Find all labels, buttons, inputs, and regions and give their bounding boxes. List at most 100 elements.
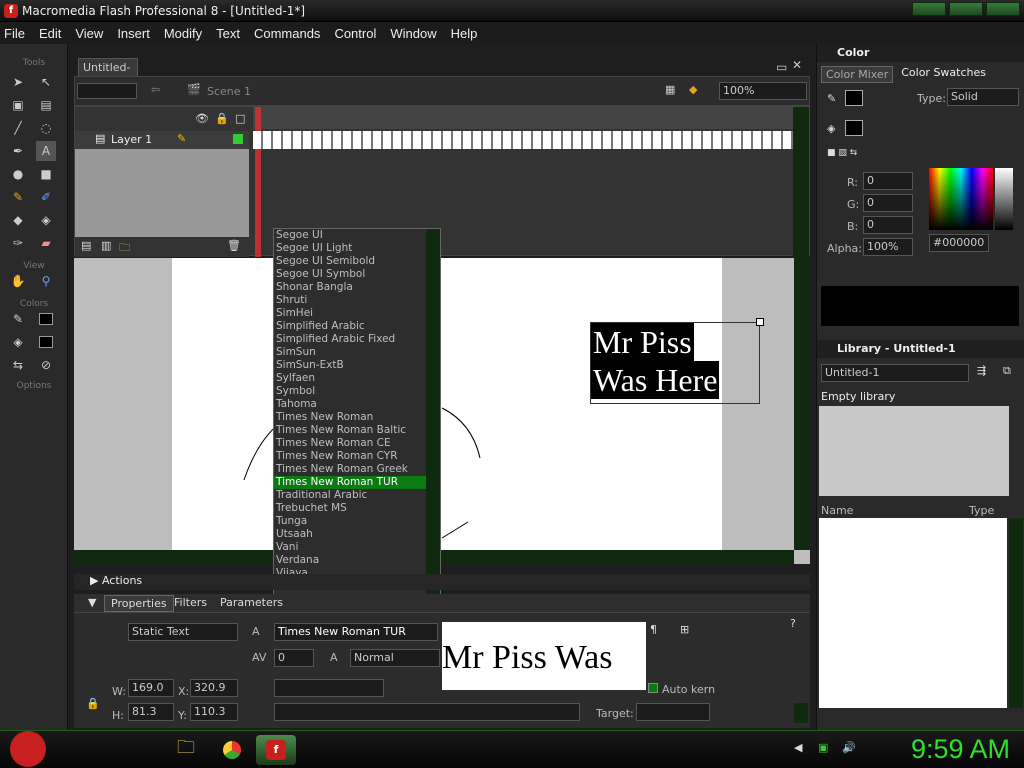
lock-icon[interactable]: 🔒: [215, 112, 229, 125]
paint-bucket-icon[interactable]: ◈: [36, 210, 56, 230]
font-option[interactable]: Simplified Arabic Fixed: [274, 333, 440, 346]
font-option[interactable]: Segoe UI Symbol: [274, 268, 440, 281]
back-arrow-icon[interactable]: ⇦: [151, 83, 160, 96]
start-button-bird-icon[interactable]: [10, 731, 46, 767]
tray-arrow-icon[interactable]: ◀: [794, 741, 802, 754]
font-option[interactable]: Shruti: [274, 294, 440, 307]
paragraph-icon[interactable]: ¶: [650, 623, 657, 636]
font-option[interactable]: SimSun-ExtB: [274, 359, 440, 372]
add-folder-icon[interactable]: 🗀: [119, 239, 130, 258]
help-icon[interactable]: ?: [790, 617, 796, 630]
edit-scene-icon[interactable]: ▦: [665, 83, 675, 96]
doc-close-icon[interactable]: ✕: [792, 58, 802, 72]
lock-icon[interactable]: 🔒: [86, 697, 100, 710]
playhead[interactable]: [255, 107, 261, 257]
h-input[interactable]: 81.3: [128, 703, 174, 721]
pin-library-icon[interactable]: ⇶: [977, 364, 986, 377]
font-option[interactable]: SimSun: [274, 346, 440, 359]
target-select[interactable]: [636, 703, 710, 721]
menu-view[interactable]: View: [75, 26, 103, 41]
color-spectrum[interactable]: [929, 168, 993, 230]
stage-area[interactable]: Mr Piss Was Here: [74, 258, 810, 564]
flash-taskbar-icon[interactable]: f: [256, 735, 296, 765]
tab-filters[interactable]: Filters: [174, 596, 207, 609]
gradient-transform-icon[interactable]: ▤: [36, 95, 56, 115]
font-option[interactable]: Times New Roman Greek: [274, 463, 440, 476]
layer-row[interactable]: ▤ Layer 1 ✎: [75, 131, 249, 149]
font-option[interactable]: Times New Roman TUR: [274, 476, 440, 489]
red-input[interactable]: 0: [863, 172, 913, 190]
frame-row[interactable]: [253, 131, 793, 149]
minimize-button[interactable]: [912, 2, 946, 16]
edit-symbol-icon[interactable]: ◆: [689, 83, 697, 96]
hand-tool-icon[interactable]: ✋: [8, 271, 28, 291]
stage-vscroll[interactable]: [794, 258, 810, 550]
tab-properties[interactable]: Properties: [104, 595, 174, 612]
collapse-arrow-icon[interactable]: ▼: [88, 596, 96, 609]
outline-icon[interactable]: □: [235, 112, 245, 125]
font-option[interactable]: Sylfaen: [274, 372, 440, 385]
color-panel-header[interactable]: Color: [817, 44, 1024, 62]
tab-color-mixer[interactable]: Color Mixer: [821, 66, 894, 83]
scene-label[interactable]: Scene 1: [207, 85, 251, 98]
library-list[interactable]: [819, 518, 1007, 708]
menu-help[interactable]: Help: [451, 26, 478, 41]
x-input[interactable]: 320.9: [190, 679, 238, 697]
swatch-options-icon[interactable]: ■ ▨ ⇆: [827, 148, 857, 158]
menu-text[interactable]: Text: [216, 26, 240, 41]
font-option[interactable]: SimHei: [274, 307, 440, 320]
explorer-folder-icon[interactable]: 🗀: [166, 735, 206, 765]
swap-colors-icon[interactable]: ⇆: [8, 355, 28, 375]
eyedropper-icon[interactable]: ✑: [8, 233, 28, 253]
brush-tool-icon[interactable]: ✐: [36, 187, 56, 207]
stage-text-line-1[interactable]: Mr Piss: [591, 323, 694, 361]
layer-name[interactable]: Layer 1: [111, 133, 152, 146]
timeline-scrollbar[interactable]: [793, 107, 809, 257]
no-color-icon[interactable]: ⊘: [36, 355, 56, 375]
w-input[interactable]: 169.0: [128, 679, 174, 697]
alpha-input[interactable]: 100%: [863, 238, 913, 256]
green-input[interactable]: 0: [863, 194, 913, 212]
fill-type-select[interactable]: Solid: [947, 88, 1019, 106]
tab-color-swatches[interactable]: Color Swatches: [901, 66, 986, 83]
timeline-toggle-button[interactable]: [77, 83, 137, 99]
resize-handle[interactable]: [756, 318, 764, 326]
tab-parameters[interactable]: Parameters: [220, 596, 283, 609]
font-option[interactable]: Segoe UI: [274, 229, 440, 242]
type-column-header[interactable]: Type: [969, 504, 994, 517]
font-option[interactable]: Segoe UI Semibold: [274, 255, 440, 268]
blue-input[interactable]: 0: [863, 216, 913, 234]
delete-layer-icon[interactable]: 🗑: [227, 239, 241, 252]
font-option[interactable]: Shonar Bangla: [274, 281, 440, 294]
library-scrollbar[interactable]: [1009, 518, 1023, 708]
menu-commands[interactable]: Commands: [254, 26, 320, 41]
menu-edit[interactable]: Edit: [39, 26, 61, 41]
stroke-swatch[interactable]: [36, 309, 56, 329]
font-dropdown-list[interactable]: Segoe UI Segoe UI Light Segoe UI Semibold S…: [273, 228, 441, 618]
character-position-select[interactable]: Normal: [350, 649, 440, 667]
stage[interactable]: Mr Piss Was Here: [172, 258, 764, 550]
pencil-tool-icon[interactable]: ✎: [8, 187, 28, 207]
rectangle-tool-icon[interactable]: ■: [36, 164, 56, 184]
font-option[interactable]: Traditional Arabic: [274, 489, 440, 502]
font-option[interactable]: Segoe UI Light: [274, 242, 440, 255]
network-icon[interactable]: ▣: [818, 741, 828, 754]
fill-color-icon[interactable]: ◈: [8, 332, 28, 352]
font-option[interactable]: Verdana: [274, 554, 440, 567]
add-layer-icon[interactable]: ▤: [81, 239, 91, 252]
zoom-tool-icon[interactable]: ⚲: [36, 271, 56, 291]
pen-tool-icon[interactable]: ✒: [8, 141, 28, 161]
volume-icon[interactable]: 🔊: [842, 741, 856, 754]
text-tool-icon[interactable]: A: [36, 141, 56, 161]
text-type-select[interactable]: Static Text: [128, 623, 238, 641]
fill-bucket-icon[interactable]: ◈: [827, 122, 835, 135]
font-option[interactable]: Utsaah: [274, 528, 440, 541]
font-option[interactable]: Times New Roman: [274, 411, 440, 424]
eye-icon[interactable]: 👁: [195, 112, 209, 125]
font-input[interactable]: Times New Roman TUR: [274, 623, 438, 641]
font-option[interactable]: Times New Roman Baltic: [274, 424, 440, 437]
fill-color-swatch[interactable]: [845, 120, 863, 136]
free-transform-icon[interactable]: ▣: [8, 95, 28, 115]
font-option[interactable]: Tunga: [274, 515, 440, 528]
menu-file[interactable]: File: [4, 26, 25, 41]
